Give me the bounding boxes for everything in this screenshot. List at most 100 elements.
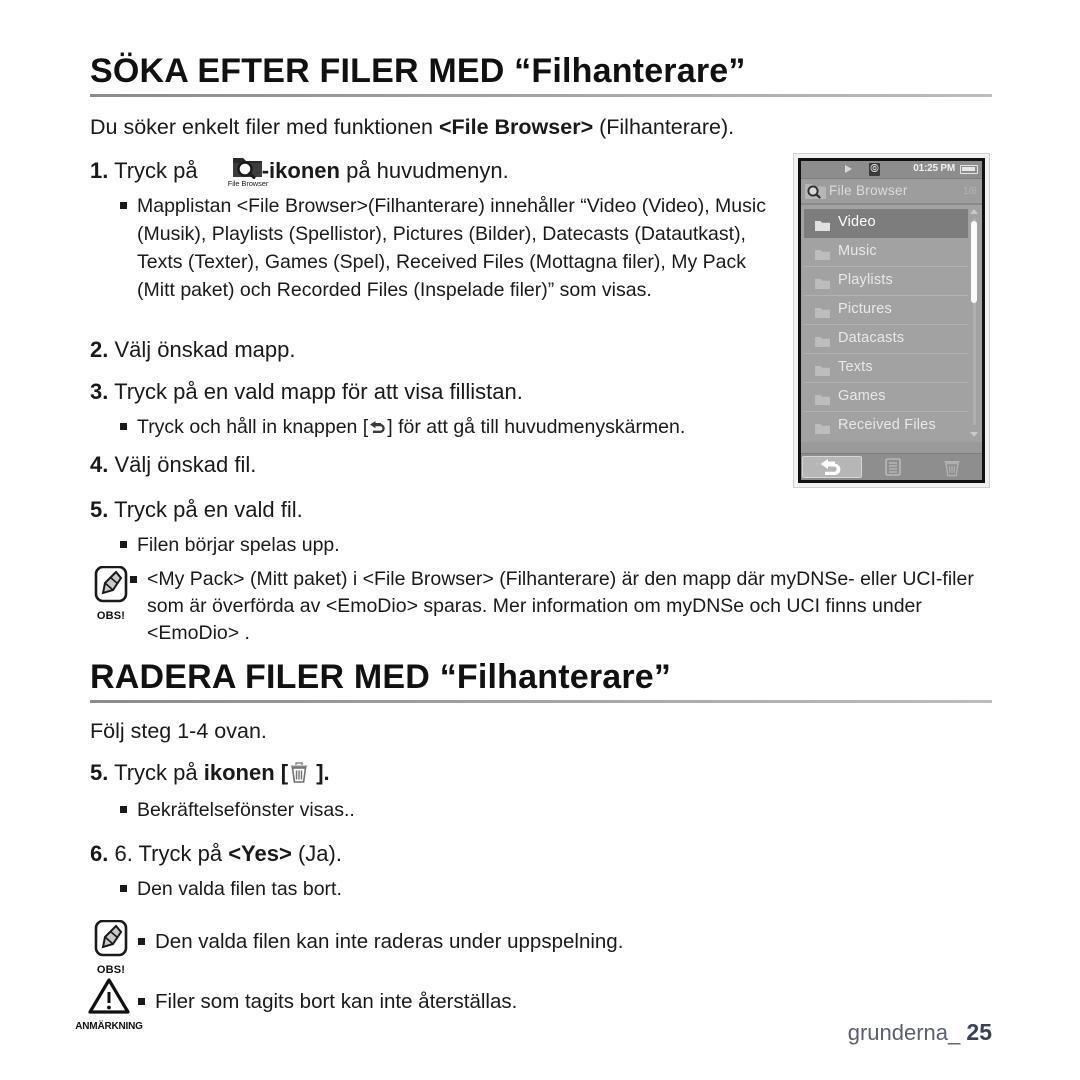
delete-step-5-bullet: Bekräftelsefönster visas.. <box>120 796 780 824</box>
device-list-item-label: Datacasts <box>838 330 905 346</box>
scroll-down-arrow-icon[interactable] <box>970 432 978 437</box>
folder-icon <box>815 305 830 318</box>
device-back-button[interactable] <box>802 456 862 478</box>
scrollbar-thumb[interactable] <box>971 221 977 303</box>
section2-note-1: Den valda filen kan inte raderas under u… <box>138 928 958 956</box>
manual-page: SÖKA EFTER FILER MED “Filhanterare” Du s… <box>0 0 1080 1080</box>
trash-icon <box>288 760 310 792</box>
step-1: 1. Tryck på -ikonen på huvudmenyn. <box>90 155 790 186</box>
section2-intro-paragraph: Följ steg 1-4 ovan. <box>90 719 267 743</box>
delete-step-6-text-a: 6. Tryck på <box>114 841 229 866</box>
device-page-indicator: 1/8 <box>963 186 977 197</box>
step-2-text: Välj önskad mapp. <box>114 337 296 362</box>
file-browser-icon <box>804 180 828 201</box>
device-list-item-label: Texts <box>838 359 873 375</box>
device-delete-button[interactable] <box>923 456 981 478</box>
file-browser-icon-caption: File Browser <box>227 179 269 188</box>
page-footer: grunderna_ 25 <box>848 1019 992 1046</box>
back-arrow-icon <box>368 415 387 443</box>
section-heading-delete-files: RADERA FILER MED “Filhanterare” <box>90 658 672 696</box>
note-pen-icon: OBS! <box>82 919 140 976</box>
step-3-bullet-text-before: Tryck och håll in knappen [ <box>137 416 369 438</box>
device-list-item-label: Music <box>838 243 877 259</box>
device-scrollbar[interactable] <box>968 207 980 439</box>
folder-icon <box>815 392 830 405</box>
play-icon <box>845 165 852 173</box>
bullet-square-icon <box>120 806 127 813</box>
delete-step-5-text-bold: ikonen <box>203 760 275 785</box>
step-5-text: Tryck på en vald fil. <box>114 497 303 522</box>
section2-note-2-text: Filer som tagits bort kan inte återställ… <box>155 990 518 1013</box>
device-list-item-label: Playlists <box>838 272 893 288</box>
delete-step-5-bracket-close: ]. <box>310 760 330 785</box>
device-screenshot: ⦾ 01:25 PM File Browser 1/8 Video Music … <box>793 153 990 488</box>
bullet-square-icon <box>120 885 127 892</box>
folder-icon <box>815 421 830 434</box>
device-list-item-label: Pictures <box>838 301 892 317</box>
delete-step-6: 6. 6. Tryck på <Yes> (Ja). <box>90 838 790 869</box>
battery-full-icon <box>960 165 978 174</box>
heading-divider <box>90 94 992 97</box>
scroll-up-arrow-icon[interactable] <box>970 209 978 214</box>
device-list-item-datacasts[interactable]: Datacasts <box>804 325 968 354</box>
device-list-item-label: Video <box>838 214 876 230</box>
bullet-square-icon <box>138 998 145 1005</box>
device-title-text: File Browser <box>829 183 908 198</box>
device-list-item-received-files[interactable]: Received Files <box>804 412 968 441</box>
device-folder-list: Video Music Playlists Pictures Datacasts <box>801 205 982 442</box>
step-5-bullet: Filen börjar spelas upp. <box>120 531 780 559</box>
step-3-number: 3. <box>90 379 109 404</box>
footer-page-number: 25 <box>966 1019 992 1045</box>
status-time: 01:25 PM <box>913 163 955 174</box>
step-2-number: 2. <box>90 337 109 362</box>
step-1-text-b: på huvudmenyn. <box>339 158 509 183</box>
step-3: 3. Tryck på en vald mapp för att visa fi… <box>90 376 790 407</box>
folder-icon <box>815 334 830 347</box>
delete-step-6-number: 6. <box>90 841 109 866</box>
device-status-bar: ⦾ 01:25 PM <box>801 161 982 179</box>
bullet-square-icon <box>120 423 127 430</box>
footer-chapter: grunderna <box>847 1020 949 1045</box>
bullet-square-icon <box>120 202 127 209</box>
folder-icon <box>815 247 830 260</box>
step-1-number: 1. <box>90 158 109 183</box>
step-1-bullet-text: Mapplistan <File Browser>(Filhanterare) … <box>137 195 766 301</box>
device-list-item-label: Received Files <box>838 417 936 433</box>
file-browser-icon: File Browser <box>227 152 269 192</box>
note-icon-label: OBS! <box>96 964 126 976</box>
device-toolbar <box>801 453 982 480</box>
delete-step-5: 5. Tryck på ikonen [ ]. <box>90 757 790 792</box>
intro-text-b: (Filhanterare). <box>593 115 735 139</box>
device-list-item-pictures[interactable]: Pictures <box>804 296 968 325</box>
step-3-bullet: Tryck och håll in knappen [ ] för att gå … <box>120 413 800 443</box>
section1-note-text: <My Pack> (Mitt paket) i <File Browser> … <box>147 568 974 644</box>
device-list-item-games[interactable]: Games <box>804 383 968 412</box>
device-list-item-label: Games <box>838 388 886 404</box>
folder-icon <box>815 276 830 289</box>
delete-step-6-text-bold: <Yes> <box>228 841 292 866</box>
delete-step-5-bracket-open: [ <box>274 760 289 785</box>
warning-icon-label: ANMÄRKNING <box>75 1021 143 1032</box>
footer-separator: _ <box>948 1020 961 1045</box>
delete-step-6-bullet: Den valda filen tas bort. <box>120 875 780 903</box>
device-list-item-playlists[interactable]: Playlists <box>804 267 968 296</box>
device-list-item-video[interactable]: Video <box>804 209 968 238</box>
step-3-bullet-text-after: ] för att gå till huvudmenyskärmen. <box>387 416 686 438</box>
device-menu-button[interactable] <box>864 456 922 478</box>
delete-step-5-text-a: Tryck på <box>114 760 204 785</box>
step-1-bullet: Mapplistan <File Browser>(Filhanterare) … <box>120 192 780 304</box>
device-list-item-music[interactable]: Music <box>804 238 968 267</box>
delete-step-5-number: 5. <box>90 760 109 785</box>
section2-note-1-text: Den valda filen kan inte raderas under u… <box>155 930 624 953</box>
device-list-item-texts[interactable]: Texts <box>804 354 968 383</box>
step-5-bullet-text: Filen börjar spelas upp. <box>137 534 340 556</box>
folder-icon <box>815 363 830 376</box>
device-title-bar: File Browser 1/8 <box>801 179 982 205</box>
step-2: 2. Välj önskad mapp. <box>90 334 790 365</box>
delete-step-6-bullet-text: Den valda filen tas bort. <box>137 878 342 900</box>
bullet-square-icon <box>120 541 127 548</box>
bullet-square-icon <box>130 576 137 583</box>
heading-divider <box>90 700 992 703</box>
folder-icon <box>815 218 830 231</box>
step-4-number: 4. <box>90 452 109 477</box>
